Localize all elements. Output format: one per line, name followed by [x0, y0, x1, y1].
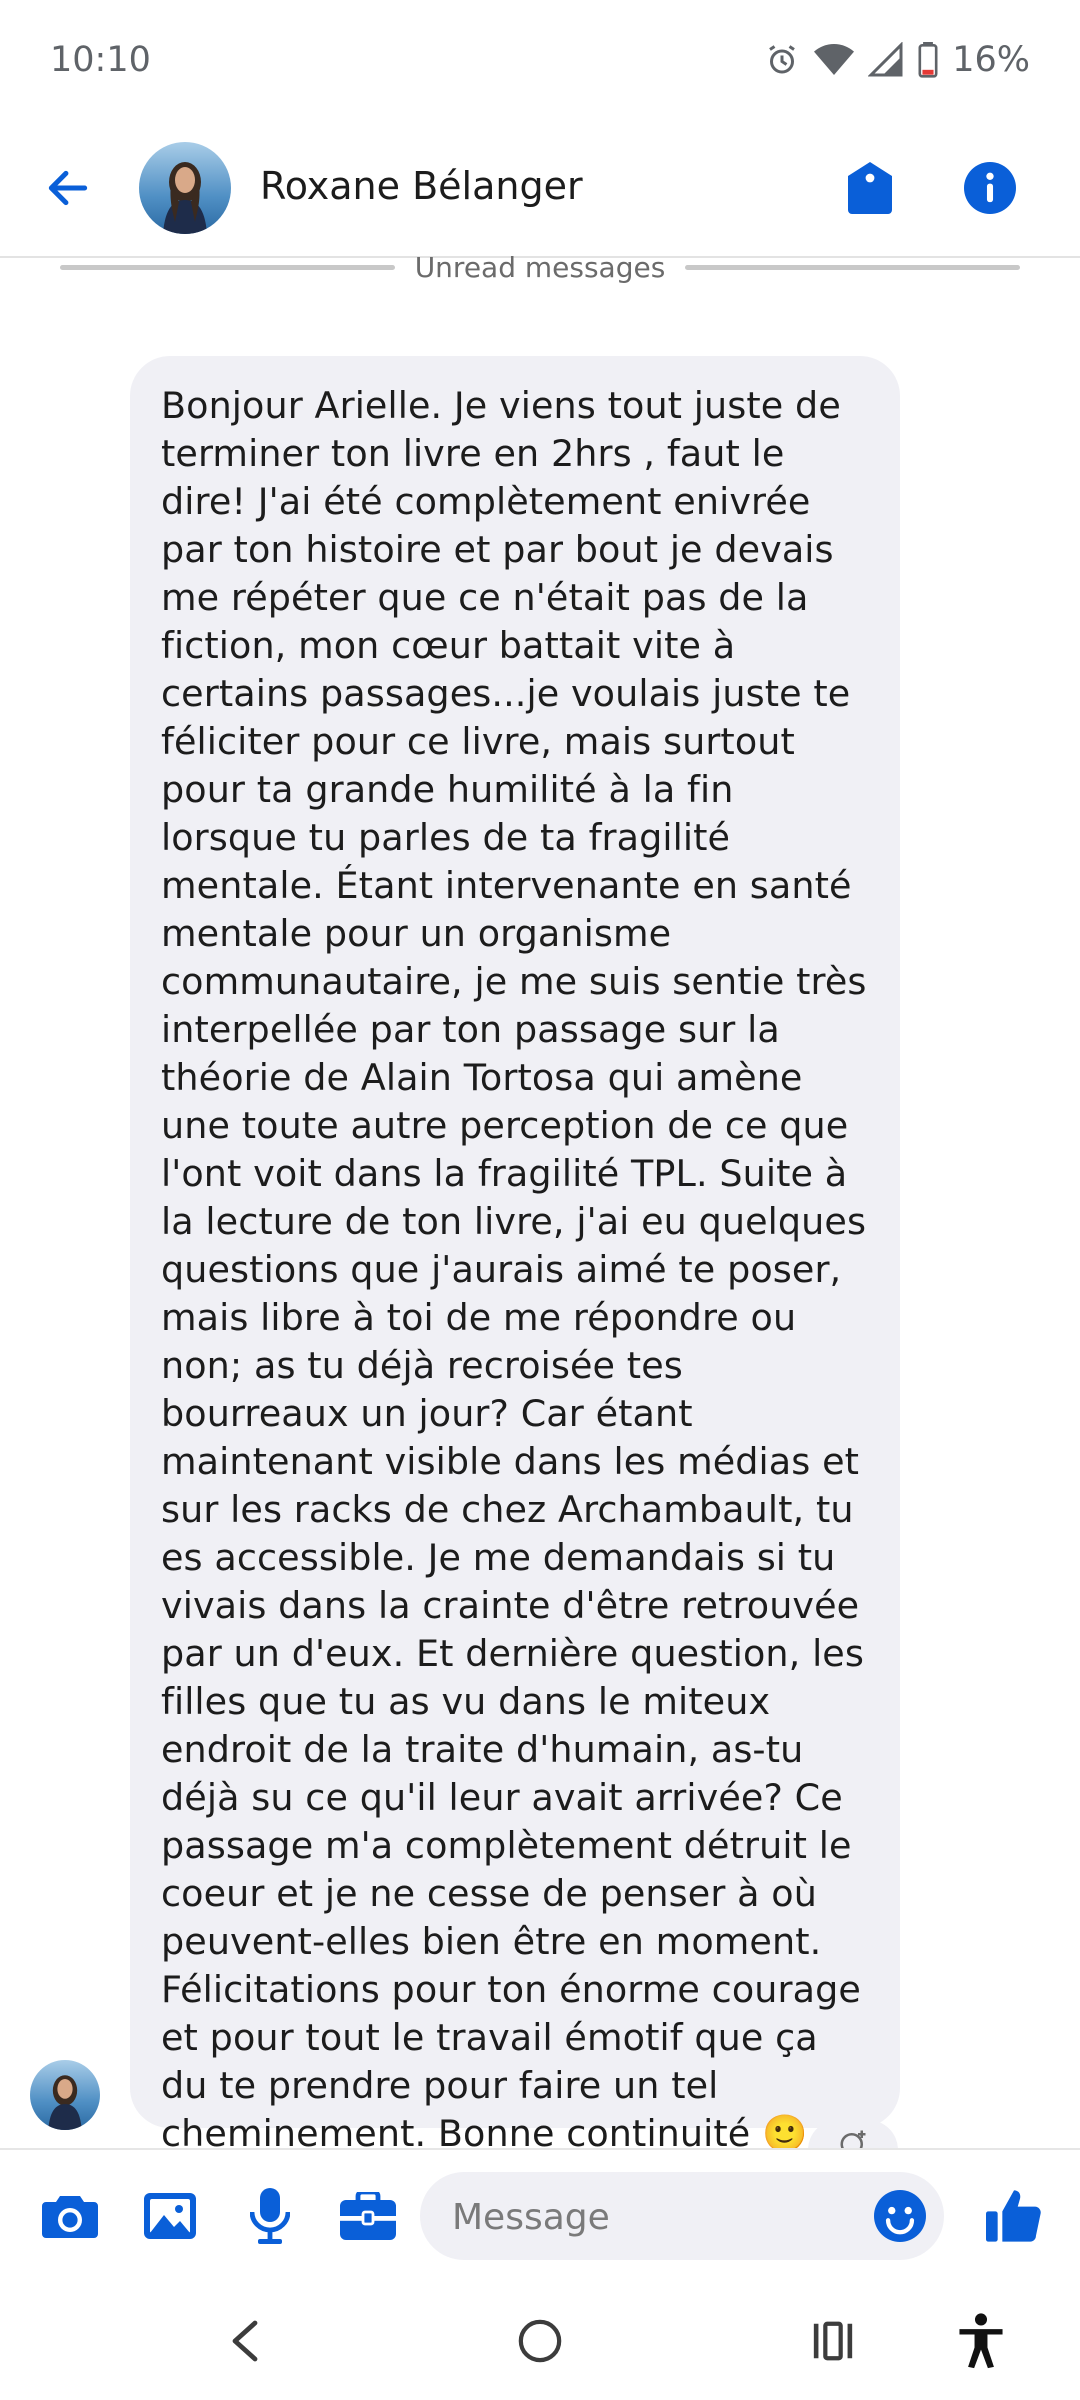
back-arrow-icon	[48, 170, 88, 206]
status-time: 10:10	[50, 40, 151, 80]
unread-messages-label: Unread messages	[414, 250, 666, 284]
image-icon	[144, 2193, 196, 2239]
back-button[interactable]	[36, 156, 100, 220]
nav-back-button[interactable]	[210, 2306, 280, 2376]
contact-avatar[interactable]	[139, 142, 231, 234]
nav-home-button[interactable]	[505, 2306, 575, 2376]
home-nav-icon	[518, 2319, 562, 2363]
info-button[interactable]	[960, 158, 1020, 218]
message-composer	[0, 2148, 1080, 2280]
gallery-button[interactable]	[138, 2184, 202, 2248]
tag-icon	[848, 162, 892, 214]
like-button[interactable]	[982, 2184, 1046, 2248]
message-sender-avatar[interactable]	[30, 2060, 100, 2130]
contact-name[interactable]: Roxane Bélanger	[260, 164, 583, 208]
tag-button[interactable]	[840, 158, 900, 218]
divider-line-left	[60, 264, 395, 270]
conversation-header: Roxane Bélanger	[0, 120, 1080, 258]
emoji-icon	[874, 2190, 926, 2242]
recents-nav-icon	[813, 2321, 853, 2361]
thumbs-up-icon	[986, 2190, 1041, 2242]
camera-button[interactable]	[38, 2184, 102, 2248]
message-text: Bonjour Arielle. Je viens tout juste de …	[161, 384, 867, 2155]
message-input[interactable]	[450, 2172, 854, 2262]
unread-divider: Unread messages	[60, 250, 1020, 284]
system-navigation-bar	[0, 2278, 1080, 2400]
signal-icon	[868, 42, 904, 78]
wifi-icon	[814, 42, 855, 78]
add-reaction-button[interactable]	[808, 2120, 898, 2148]
message-input-container	[420, 2172, 944, 2262]
status-bar: 10:10 16%	[0, 0, 1080, 120]
add-reaction-icon	[840, 2130, 866, 2148]
camera-icon	[42, 2196, 98, 2238]
status-icons: 16%	[764, 40, 1030, 80]
voice-button[interactable]	[238, 2184, 302, 2248]
microphone-icon	[250, 2188, 290, 2244]
alarm-icon	[764, 42, 800, 78]
accessibility-icon	[959, 2313, 1003, 2369]
nav-recents-button[interactable]	[798, 2306, 868, 2376]
emoji-button[interactable]	[870, 2186, 930, 2246]
briefcase-button[interactable]	[336, 2184, 400, 2248]
divider-line-right	[685, 264, 1020, 270]
accessibility-button[interactable]	[946, 2306, 1016, 2376]
battery-icon	[918, 42, 938, 78]
back-nav-icon	[232, 2320, 258, 2362]
message-bubble[interactable]: Bonjour Arielle. Je viens tout juste de …	[130, 356, 900, 2155]
info-icon	[964, 162, 1016, 214]
battery-percentage: 16%	[952, 40, 1030, 80]
briefcase-icon	[340, 2192, 396, 2240]
